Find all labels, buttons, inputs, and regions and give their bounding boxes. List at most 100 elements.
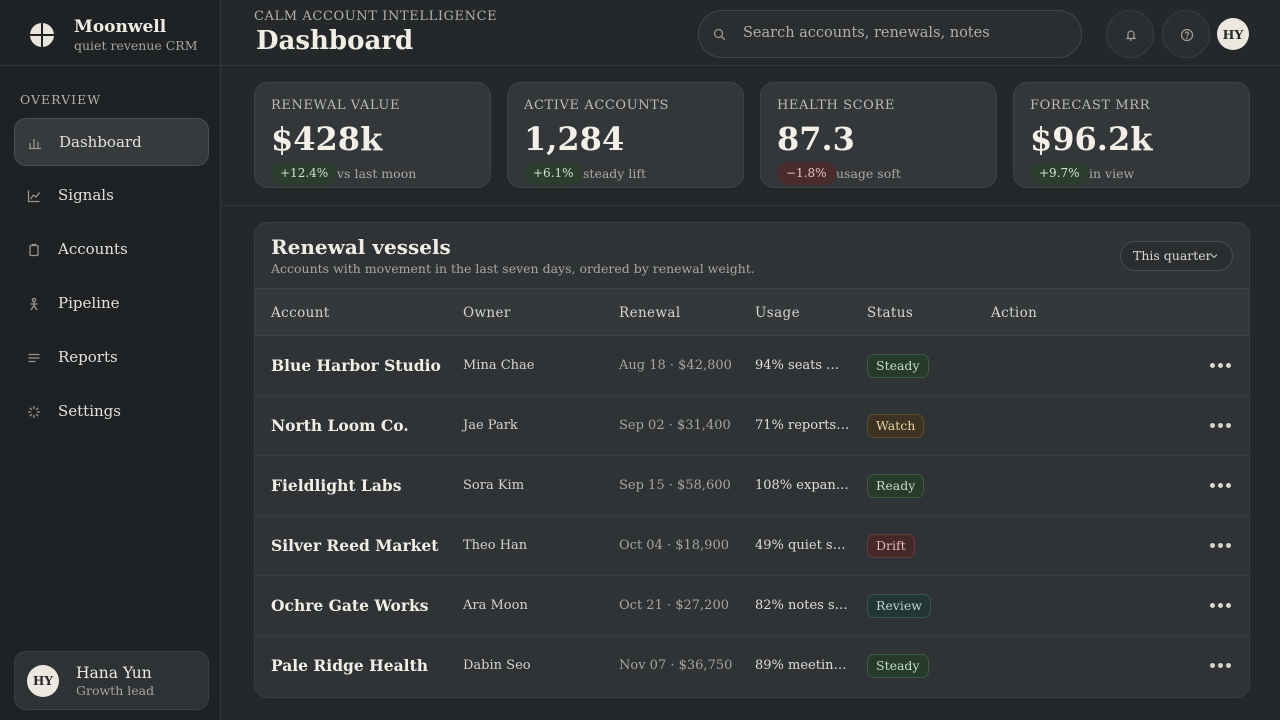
avatar[interactable]: HY — [1217, 18, 1249, 50]
sidebar-item-dashboard[interactable]: Dashboard — [14, 118, 209, 166]
usage-text: 108% expansion — [755, 478, 850, 493]
user-name: Hana Yun — [76, 664, 152, 682]
sidebar-item-reports[interactable]: Reports — [14, 334, 209, 382]
search-icon — [713, 28, 726, 41]
sparkle-icon — [28, 406, 40, 418]
more-actions-button[interactable] — [1210, 599, 1234, 613]
stat-delta: −1.8% — [777, 162, 836, 185]
owner-name: Dabin Seo — [463, 658, 531, 673]
stat-value: 87.3 — [777, 120, 855, 158]
table-row[interactable]: Blue Harbor Studio Mina Chae Aug 18 · $4… — [255, 336, 1249, 396]
sidebar-item-label: Signals — [58, 186, 114, 204]
account-name[interactable]: Pale Ridge Health — [271, 656, 428, 675]
stat-value: $428k — [271, 120, 383, 158]
sidebar-item-settings[interactable]: Settings — [14, 388, 209, 436]
bar-chart-icon — [29, 139, 41, 150]
person-icon — [30, 297, 38, 311]
status-badge: Watch — [867, 414, 925, 438]
sidebar-item-accounts[interactable]: Accounts — [14, 226, 209, 274]
column-header-account[interactable]: Account — [271, 305, 330, 321]
column-header-usage[interactable]: Usage — [755, 305, 800, 321]
user-role: Growth lead — [76, 683, 155, 698]
status-badge: Ready — [867, 474, 925, 498]
more-actions-button[interactable] — [1210, 659, 1234, 673]
table-row[interactable]: Ochre Gate Works Ara Moon Oct 21 · $27,2… — [255, 576, 1249, 636]
stat-card-health-score: HEALTH SCORE 87.3 −1.8% usage soft — [760, 82, 997, 188]
usage-text: 89% meetings k… — [755, 658, 850, 673]
stat-card-active-accounts: ACTIVE ACCOUNTS 1,284 +6.1% steady lift — [507, 82, 744, 188]
stat-note: usage soft — [836, 166, 901, 181]
sidebar: Moonwell quiet revenue CRM OVERVIEW Dash… — [0, 0, 221, 720]
stat-value: $96.2k — [1030, 120, 1153, 158]
account-name[interactable]: Fieldlight Labs — [271, 476, 401, 495]
sidebar-item-pipeline[interactable]: Pipeline — [14, 280, 209, 328]
top-bar: CALM ACCOUNT INTELLIGENCE Dashboard Sear… — [221, 0, 1280, 66]
stat-delta: +6.1% — [524, 162, 583, 185]
help-icon — [1180, 28, 1194, 42]
help-button[interactable] — [1162, 10, 1210, 58]
brand-name: Moonwell — [74, 17, 167, 37]
usage-text: 94% seats warm — [755, 358, 850, 373]
renewal-date-value: Oct 21 · $27,200 — [619, 598, 729, 613]
status-badge: Review — [867, 594, 931, 618]
owner-name: Sora Kim — [463, 478, 525, 493]
account-name[interactable]: Ochre Gate Works — [271, 596, 428, 615]
nav-heading: OVERVIEW — [20, 92, 102, 107]
more-actions-button[interactable] — [1210, 539, 1234, 553]
column-header-action: Action — [991, 305, 1038, 321]
search-input[interactable]: Search accounts, renewals, notes — [698, 10, 1082, 58]
page-eyebrow: CALM ACCOUNT INTELLIGENCE — [254, 9, 498, 24]
sidebar-item-label: Pipeline — [58, 294, 120, 312]
search-placeholder: Search accounts, renewals, notes — [743, 25, 990, 41]
column-header-owner[interactable]: Owner — [463, 305, 511, 321]
stat-value: 1,284 — [524, 120, 625, 158]
sidebar-item-label: Accounts — [58, 240, 128, 258]
user-card[interactable]: HY Hana Yun Growth lead — [14, 651, 209, 710]
more-actions-button[interactable] — [1210, 359, 1234, 373]
list-lines-icon — [28, 353, 40, 363]
stat-delta: +12.4% — [271, 162, 338, 185]
stat-label: HEALTH SCORE — [777, 98, 895, 113]
bell-icon — [1125, 30, 1137, 41]
stat-note: in view — [1089, 166, 1135, 181]
more-actions-button[interactable] — [1210, 479, 1234, 493]
chevron-down-icon — [1210, 254, 1218, 259]
sidebar-item-label: Reports — [58, 348, 118, 366]
stat-delta: +9.7% — [1030, 162, 1089, 185]
notifications-button[interactable] — [1106, 10, 1154, 58]
status-badge: Steady — [867, 654, 929, 678]
sidebar-item-label: Settings — [58, 402, 121, 420]
renewal-date-value: Nov 07 · $36,750 — [619, 658, 733, 673]
renewal-date-value: Sep 02 · $31,400 — [619, 418, 731, 433]
brand-tagline: quiet revenue CRM — [74, 38, 198, 53]
avatar: HY — [27, 665, 59, 697]
owner-name: Jae Park — [463, 418, 518, 433]
period-select-value: This quarter — [1133, 248, 1212, 263]
owner-name: Mina Chae — [463, 358, 535, 373]
more-actions-button[interactable] — [1210, 419, 1234, 433]
column-header-renewal[interactable]: Renewal — [619, 305, 681, 321]
moon-logo-icon — [30, 23, 54, 47]
renewal-date-value: Sep 15 · $58,600 — [619, 478, 731, 493]
renewal-date-value: Oct 04 · $18,900 — [619, 538, 729, 553]
table-row[interactable]: Silver Reed Market Theo Han Oct 04 · $18… — [255, 516, 1249, 576]
account-name[interactable]: Blue Harbor Studio — [271, 356, 441, 375]
line-chart-icon — [27, 190, 41, 203]
table-row[interactable]: Pale Ridge Health Dabin Seo Nov 07 · $36… — [255, 636, 1249, 696]
table-row[interactable]: North Loom Co. Jae Park Sep 02 · $31,400… — [255, 396, 1249, 456]
page-title: Dashboard — [256, 26, 414, 56]
panel-subtitle: Accounts with movement in the last seven… — [271, 261, 755, 276]
account-name[interactable]: Silver Reed Market — [271, 536, 438, 555]
stat-card-renewal-value: RENEWAL VALUE $428k +12.4% vs last moon — [254, 82, 491, 188]
clipboard-icon — [29, 243, 39, 257]
period-select[interactable]: This quarter — [1120, 241, 1233, 271]
stat-label: ACTIVE ACCOUNTS — [524, 98, 669, 113]
sidebar-item-signals[interactable]: Signals — [14, 172, 209, 220]
table-row[interactable]: Fieldlight Labs Sora Kim Sep 15 · $58,60… — [255, 456, 1249, 516]
column-header-status[interactable]: Status — [867, 305, 913, 321]
status-badge: Steady — [867, 354, 929, 378]
stat-label: FORECAST MRR — [1030, 98, 1151, 113]
account-name[interactable]: North Loom Co. — [271, 416, 409, 435]
usage-text: 49% quiet seats — [755, 538, 850, 553]
divider — [221, 205, 1280, 206]
